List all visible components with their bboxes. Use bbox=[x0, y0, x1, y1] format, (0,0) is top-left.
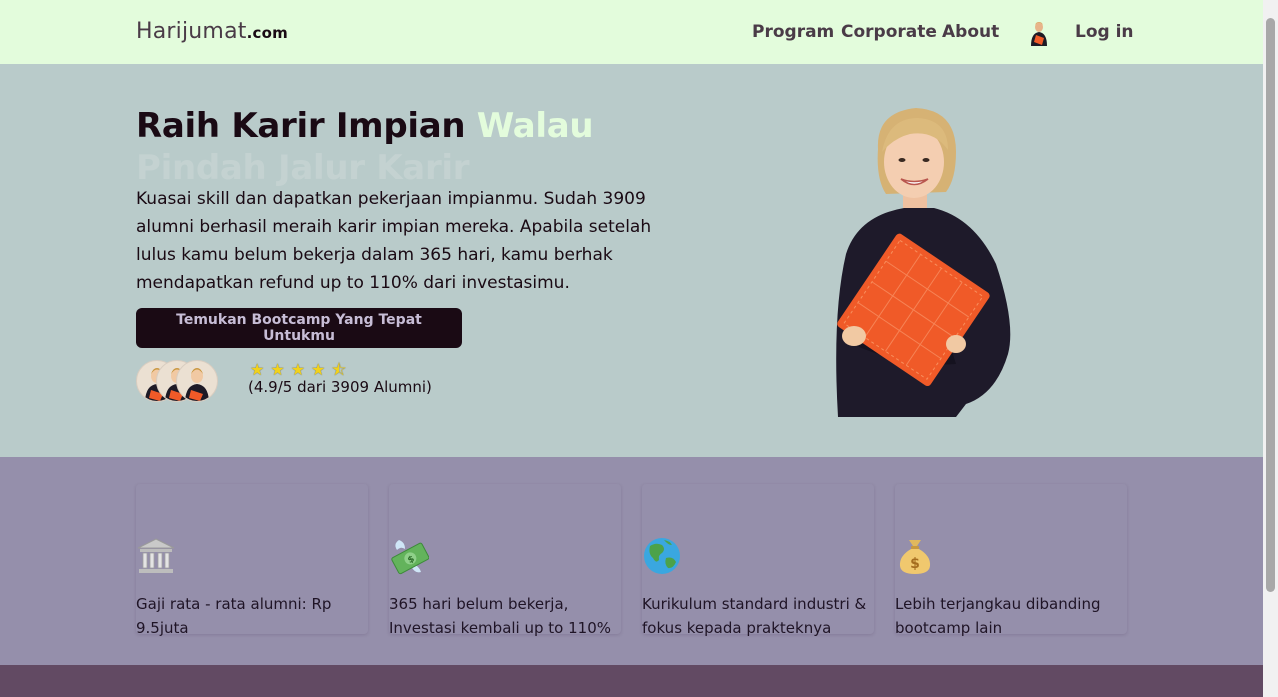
hero-description: Kuasai skill dan dapatkan pekerjaan impi… bbox=[136, 189, 652, 293]
money-bag-icon: $ bbox=[899, 540, 931, 574]
nav-link-corporate[interactable]: Corporate bbox=[841, 22, 937, 42]
rating-text: (4.9/5 dari 3909 Alumni) bbox=[248, 378, 432, 396]
brand-suffix: .com bbox=[246, 24, 288, 42]
money-wings-icon: $ bbox=[391, 540, 429, 575]
alumni-avatars bbox=[136, 360, 218, 402]
brand-logo[interactable]: Harijumat.com bbox=[136, 19, 288, 44]
feature-card: $ 365 hari belum bekerja, Investasi kemb… bbox=[389, 484, 621, 637]
feature-text: Lebih terjangkau dibanding bootcamp lain bbox=[895, 595, 1101, 637]
feature-text: Kurikulum standard industri & fokus kepa… bbox=[642, 595, 867, 637]
hero-title: Raih Karir Impian Walau bbox=[136, 106, 594, 146]
alumni-avatar bbox=[176, 360, 218, 402]
svg-text:$: $ bbox=[910, 556, 920, 572]
feature-text: Gaji rata - rata alumni: Rp 9.5juta bbox=[136, 595, 332, 637]
feature-card: $ Lebih terjangkau dibanding bootcamp la… bbox=[895, 484, 1127, 637]
feature-card: Kurikulum standard industri & fokus kepa… bbox=[642, 484, 874, 637]
login-link[interactable]: Log in bbox=[1075, 22, 1134, 42]
feature-card: Gaji rata - rata alumni: Rp 9.5juta bbox=[136, 484, 368, 637]
hero-subtitle: Pindah Jalur Karir bbox=[136, 148, 470, 188]
user-avatar-icon[interactable] bbox=[1028, 20, 1050, 46]
landing-page: Harijumat.com Program Corporate About Lo… bbox=[0, 0, 1263, 697]
hero-title-accent: Walau bbox=[476, 106, 594, 146]
feature-text: 365 hari belum bekerja, Investasi kembal… bbox=[389, 595, 611, 637]
brand-name: Harijumat bbox=[136, 19, 247, 44]
scrollbar-thumb[interactable] bbox=[1266, 18, 1275, 592]
navbar: Harijumat.com Program Corporate About Lo… bbox=[0, 0, 1263, 64]
hero-person-image bbox=[836, 108, 1011, 417]
nav-link-about[interactable]: About bbox=[942, 22, 999, 42]
page-scrollbar[interactable] bbox=[1263, 0, 1278, 697]
hero-section: Raih Karir Impian Walau Pindah Jalur Kar… bbox=[0, 64, 1263, 457]
nav-link-program[interactable]: Program bbox=[752, 22, 834, 42]
globe-icon bbox=[644, 538, 680, 574]
hero-title-main: Raih Karir Impian bbox=[136, 106, 477, 146]
bank-icon bbox=[137, 538, 175, 573]
find-bootcamp-button[interactable]: Temukan Bootcamp Yang Tepat Untukmu bbox=[136, 308, 462, 348]
features-section: Gaji rata - rata alumni: Rp 9.5juta $ 36… bbox=[0, 457, 1263, 665]
footer-band bbox=[0, 665, 1263, 697]
